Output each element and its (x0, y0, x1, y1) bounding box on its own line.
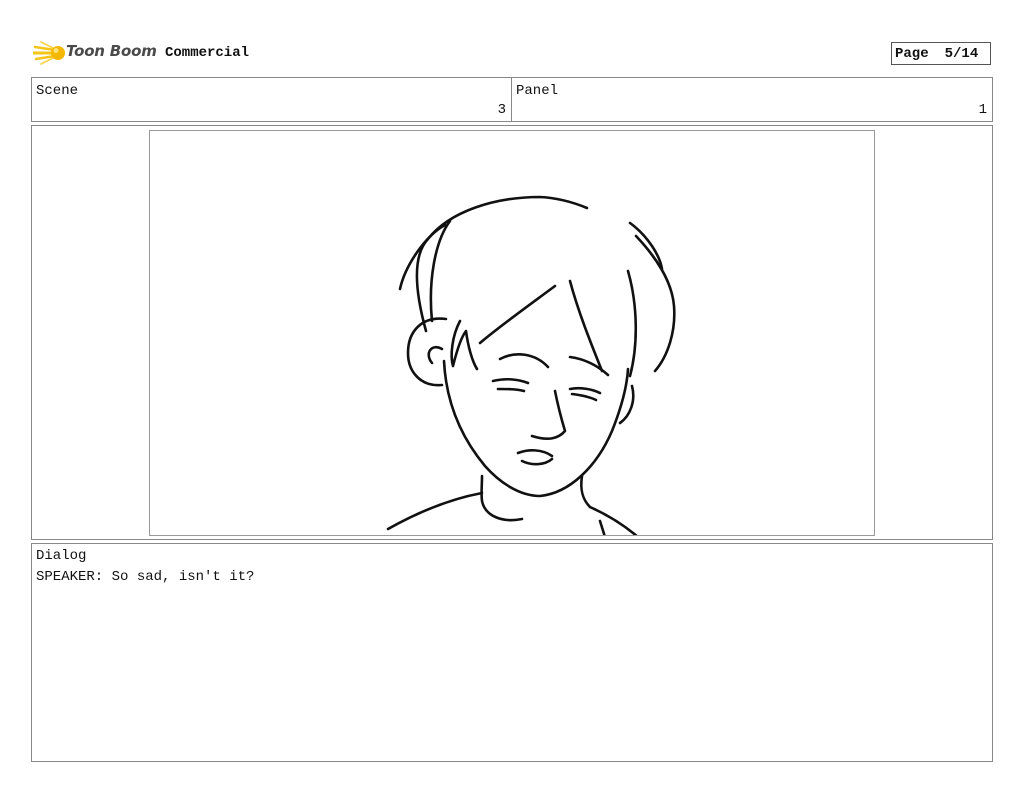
character-sketch (386, 195, 676, 535)
panel-number: 1 (978, 102, 987, 118)
panel-label: Panel (516, 83, 559, 99)
page-indicator: Page 5/14 (891, 42, 991, 65)
toon-boom-logo: Toon Boom (33, 37, 158, 69)
dialog-text: SPEAKER: So sad, isn't it? (36, 569, 255, 585)
toon-boom-logo-icon (33, 41, 65, 65)
scene-number: 3 (497, 102, 506, 118)
dialog-label: Dialog (36, 548, 87, 564)
scene-field: Scene 3 (31, 77, 512, 122)
storyboard-frame (149, 130, 875, 536)
panel-field: Panel 1 (511, 77, 993, 122)
dialog-field: Dialog SPEAKER: So sad, isn't it? (31, 543, 993, 762)
page-value: 5/14 (944, 45, 979, 62)
project-title: Commercial (165, 45, 250, 61)
logo-wordmark: Toon Boom (66, 42, 157, 60)
page-label: Page (895, 45, 929, 62)
scene-label: Scene (36, 83, 79, 99)
